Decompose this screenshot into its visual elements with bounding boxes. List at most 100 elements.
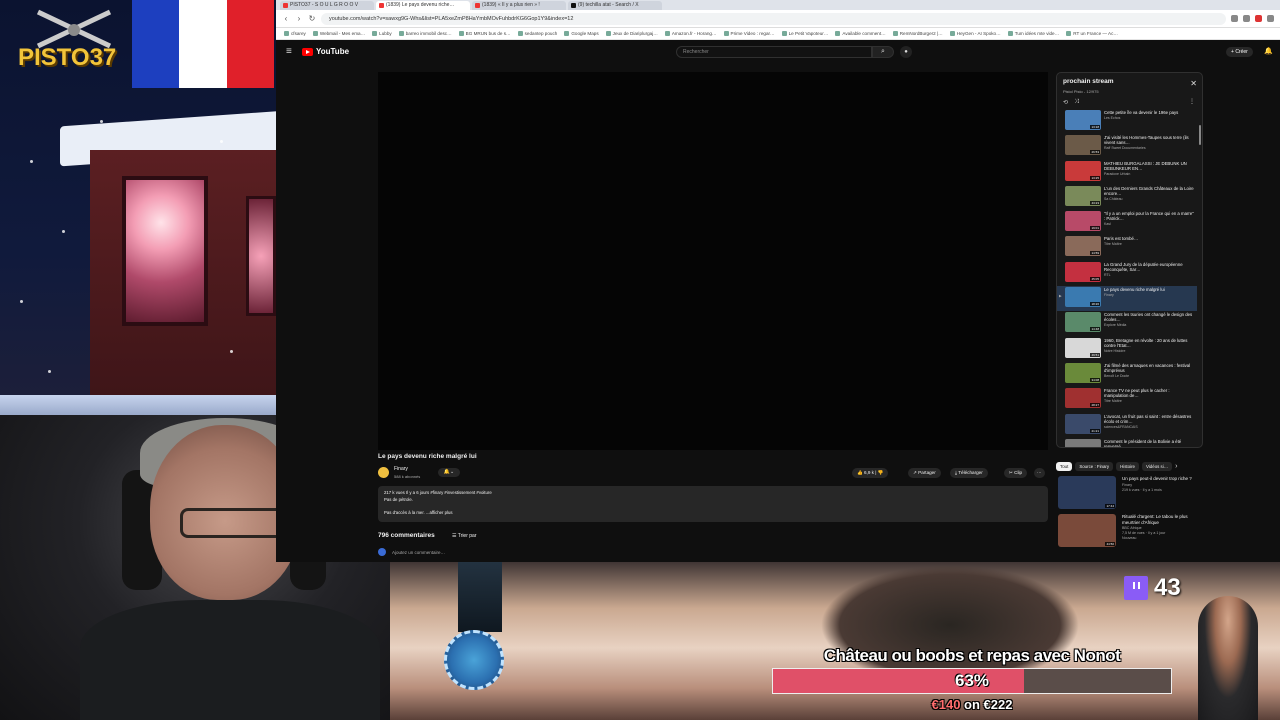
add-comment-input[interactable]: Ajoutez un commentaire… [392, 550, 445, 555]
bookmark-item[interactable]: Google Maps [564, 31, 599, 36]
back-icon[interactable]: ‹ [282, 14, 290, 23]
channel-name[interactable]: Les Echos [1104, 116, 1195, 120]
video-title[interactable]: J'ai filmé des arnaques en vacances : fe… [1104, 363, 1195, 373]
bookmark-item[interactable]: RT un France — Ac… [1066, 31, 1118, 36]
chip-history[interactable]: Histoire [1116, 461, 1139, 471]
video-thumbnail[interactable]: 19:01 [1065, 211, 1101, 232]
channel-name[interactable]: RTL [1104, 273, 1195, 277]
video-thumbnail[interactable]: 34:08 [1065, 362, 1101, 383]
playlist-item[interactable]: 34:08 J'ai filmé des arnaques en vacances… [1057, 362, 1197, 387]
video-thumbnail[interactable] [1065, 438, 1101, 447]
playlist-item[interactable]: 28:27 France TV ne peut plus le cacher : … [1057, 387, 1197, 412]
playlist-item[interactable]: 45:05 La Grand Jury de la députée europée… [1057, 261, 1197, 286]
extension-icon[interactable] [1243, 15, 1250, 22]
extension-icon[interactable] [1231, 15, 1238, 22]
channel-name[interactable]: Raff Sweet Documentaries [1104, 146, 1195, 150]
bookmark-item[interactable]: cfsarey [284, 31, 306, 36]
video-thumbnail[interactable]: 43:23 [1065, 185, 1101, 206]
browser-tab-active[interactable]: (1839) Le pays devenu riche… [376, 0, 470, 10]
profile-icon[interactable] [1267, 15, 1274, 22]
browser-tab[interactable]: PISTO37 - S O U L G R O O V [280, 0, 374, 10]
bookmark-item[interactable]: Prime Video : regar… [723, 31, 775, 36]
channel-name[interactable]: Sa Château [1104, 197, 1195, 201]
video-title[interactable]: Le pays devenu riche malgré lui [1104, 287, 1195, 292]
search-icon[interactable]: ⌕ [872, 46, 894, 58]
description-show-more[interactable]: Pas d'accès à la mer. ...afficher plus [384, 510, 1042, 515]
bookmark-item[interactable]: HeyGen - AI Spoko… [949, 31, 1001, 36]
channel-name[interactable]: Finary [1122, 483, 1192, 487]
bookmark-item[interactable]: Amazon.fr - Horang… [664, 31, 717, 36]
playlist-item[interactable]: 14:48 Comment les tsuries ont changé le d… [1057, 311, 1197, 336]
forward-icon[interactable]: › [295, 14, 303, 23]
video-title[interactable]: J'ai visité les Hommes-Taupes sous terre… [1104, 135, 1195, 145]
more-actions-icon[interactable]: ⋯ [1034, 468, 1045, 478]
chip-videos[interactable]: Vidéos si… [1141, 461, 1173, 471]
channel-name[interactable]: Titre Maître [1104, 399, 1195, 403]
playlist-item-current[interactable]: ▶ 18:26 Le pays devenu riche malgré lui Fin… [1057, 286, 1197, 312]
video-thumbnail[interactable]: 21:21 [1065, 413, 1101, 434]
bookmark-item[interactable]: sedantep pouch [517, 31, 557, 36]
channel-name[interactable]: Titre Maître [1104, 242, 1195, 246]
playlist-item[interactable]: 14:59 Paris est tombé… Titre Maître [1057, 235, 1197, 260]
playlist-scrollbar[interactable] [1199, 125, 1201, 145]
like-button[interactable]: 👍 6,9 k | 👎 [852, 468, 889, 478]
playlist-item[interactable]: Comment le président de la Bolivie a été… [1057, 438, 1197, 447]
playlist-item[interactable]: 13:18 Cette petite île va devenir le 196e… [1057, 109, 1197, 134]
more-options-icon[interactable]: ⋮ [1189, 98, 1195, 105]
video-thumbnail[interactable]: 49:51 [1065, 337, 1101, 358]
bookmark-item[interactable]: BG MRUN bus de s… [458, 31, 511, 36]
shuffle-icon[interactable]: ⤨ [1074, 99, 1079, 106]
channel-name[interactable]: Notre Histoire [1104, 349, 1195, 353]
youtube-logo[interactable]: YouTube [302, 47, 349, 56]
chip-source[interactable]: Source : Finary [1075, 461, 1114, 471]
video-thumbnail[interactable]: 13:18 [1065, 110, 1101, 130]
clip-button[interactable]: ✂ Clip [1004, 468, 1028, 478]
extension-icon[interactable] [1255, 15, 1262, 22]
browser-tab[interactable]: (1839) « Il y a plus rien » ! [472, 0, 566, 10]
create-button[interactable]: + Créer [1226, 47, 1253, 57]
bookmark-item[interactable]: barreo immobil desc… [398, 31, 452, 36]
reload-icon[interactable]: ↻ [308, 14, 316, 23]
thumbs-down-icon[interactable]: | 👎 [874, 470, 883, 475]
channel-name[interactable]: Paradoxe Urbain [1104, 172, 1195, 176]
channel-name[interactable]: sciences&FRANCAIS [1104, 425, 1195, 429]
share-button[interactable]: ↗ Partager [908, 468, 941, 478]
url-field[interactable]: youtube.com/watch?v=sawxg9G-Whs&list=PLA… [321, 12, 1226, 25]
recommended-video[interactable]: 44:50 Ritualé d'argent: Le tabou le plus… [1058, 514, 1203, 552]
sort-comments-button[interactable]: ☰ Trier par [452, 533, 477, 539]
video-thumbnail[interactable]: 17:44 [1058, 476, 1116, 509]
chip-all[interactable]: Tout [1056, 461, 1073, 471]
video-player[interactable] [378, 72, 1048, 450]
video-thumbnail[interactable]: 14:48 [1065, 312, 1101, 333]
video-thumbnail[interactable]: 14:59 [1065, 236, 1101, 257]
video-title[interactable]: La Grand Jury de la députée européenne R… [1104, 262, 1195, 272]
playlist-item[interactable]: 13:25 MATHIEU BURGALASSI : JE DEBUNK UN D… [1057, 160, 1197, 185]
subscribed-bell-button[interactable]: 🔔⌄ [438, 468, 460, 477]
playlist-item[interactable]: 21:21 L'avocat, un fruit pas si saint : e… [1057, 413, 1197, 438]
video-thumbnail[interactable]: 26:53 [1065, 135, 1101, 156]
playlist-item[interactable]: 26:53 J'ai visité les Hommes-Taupes sous … [1057, 134, 1197, 159]
video-thumbnail[interactable]: 45:05 [1065, 261, 1101, 282]
bookmark-item[interactable]: Le Petit Vapoteur… [781, 31, 828, 36]
channel-name[interactable]: BBC Afrique [1122, 526, 1203, 530]
notifications-bell-icon[interactable]: 🔔 [1264, 47, 1273, 55]
channel-name[interactable]: Finary [394, 466, 408, 472]
video-title[interactable]: Comment le président de la Bolivie a été… [1104, 439, 1195, 447]
channel-name[interactable]: Kasl [1104, 222, 1195, 226]
video-title[interactable]: "Il y a un emploi pour la France qui en … [1104, 211, 1195, 221]
video-thumbnail[interactable]: 18:26 [1065, 287, 1101, 308]
channel-name[interactable]: Finary [1104, 293, 1195, 297]
video-thumbnail[interactable]: 44:50 [1058, 514, 1116, 547]
video-title[interactable]: Paris est tombé… [1104, 236, 1195, 241]
video-title[interactable]: France TV ne peut plus le cacher : manip… [1104, 388, 1195, 398]
chevron-right-icon[interactable]: › [1175, 463, 1177, 470]
bookmark-item[interactable]: Webmail - Mes ema… [312, 31, 365, 36]
video-title[interactable]: Cette petite île va devenir le 196e pays [1104, 110, 1195, 115]
video-title[interactable]: L'un des Derniers Grands Châteaux de la … [1104, 186, 1195, 196]
loop-icon[interactable]: ⟲ [1063, 99, 1068, 106]
microphone-icon[interactable]: ● [900, 46, 912, 58]
video-title[interactable]: 1960, Bretagne en révolte : 20 ans de lu… [1104, 338, 1195, 348]
bookmark-item[interactable]: Lubby [372, 31, 392, 36]
channel-avatar[interactable] [378, 467, 389, 478]
playlist-item[interactable]: 49:51 1960, Bretagne en révolte : 20 ans … [1057, 337, 1197, 362]
